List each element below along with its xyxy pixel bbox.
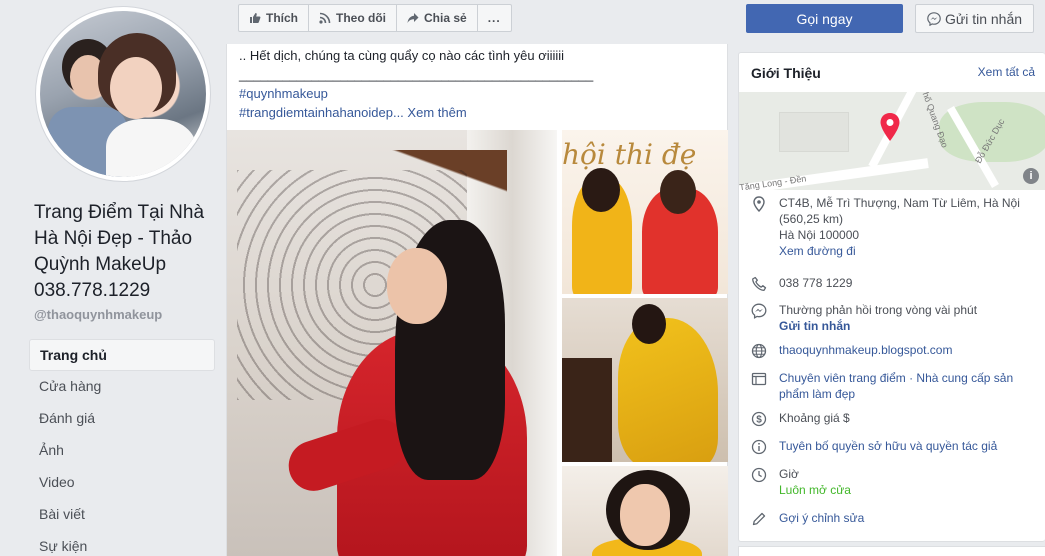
location-pin-icon (753, 196, 765, 212)
left-sidebar: Trang Điểm Tại Nhà Hà Nội Đẹp - Thảo Quỳ… (0, 0, 226, 556)
nav-videos[interactable]: Video (29, 467, 215, 499)
see-all-link[interactable]: Xem tất cả (978, 65, 1035, 79)
post-text: .. Hết dịch, chúng ta cùng quẩy cọ nào c… (239, 46, 719, 122)
location-map[interactable]: Tăng Long - Đền Phố Quang Đạo Đỗ Đức Dục… (739, 92, 1045, 190)
nav-posts[interactable]: Bài viết (29, 499, 215, 531)
dollar-icon: $ (751, 411, 767, 427)
page-title[interactable]: Trang Điểm Tại Nhà Hà Nội Đẹp - Thảo Quỳ… (34, 200, 224, 304)
next-card (738, 546, 1045, 556)
hours-row: Giờ Luôn mở cửa (739, 466, 859, 498)
globe-icon (751, 343, 767, 359)
like-button[interactable]: Thích (239, 5, 309, 31)
photo-banner-text: hội thi đẹ (562, 138, 697, 171)
nav-home[interactable]: Trang chủ (29, 339, 215, 371)
price-range-text: Khoảng giá $ (779, 411, 850, 425)
more-options-button[interactable]: ... (478, 5, 511, 31)
post-photo-main[interactable] (227, 130, 557, 556)
about-card: Giới Thiệu Xem tất cả Tăng Long - Đền Ph… (738, 52, 1045, 542)
about-title: Giới Thiệu (751, 65, 821, 81)
hours-label: Giờ (779, 467, 799, 481)
follow-label: Theo dõi (336, 11, 386, 25)
hashtag-link[interactable]: #quynhmakeup (239, 84, 719, 103)
page-nav: Trang chủ Cửa hàng Đánh giá Ảnh Video Bà… (29, 339, 215, 556)
website-row: thaoquynhmakeup.blogspot.com (739, 342, 960, 359)
hours-status[interactable]: Luôn mở cửa (779, 482, 851, 498)
share-button[interactable]: Chia sẻ (397, 5, 478, 31)
address-line: CT4B, Mễ Trì Thượng, Nam Từ Liêm, Hà Nội (779, 196, 1020, 210)
price-range-row: $ Khoảng giá $ (739, 410, 858, 427)
suggest-edit-link[interactable]: Gợi ý chỉnh sửa (779, 510, 864, 526)
info-icon (751, 439, 767, 455)
action-button-group: Thích Theo dõi Chia sẻ ... (238, 4, 512, 32)
share-arrow-icon (407, 13, 419, 23)
page-action-bar: Thích Theo dõi Chia sẻ ... Gọi ngay Gửi … (226, 0, 1045, 40)
nav-reviews[interactable]: Đánh giá (29, 403, 215, 435)
messenger-icon (751, 303, 767, 319)
hashtag-link[interactable]: #trangdiemtainhahanoidep... (239, 105, 404, 120)
category-row: Chuyên viên trang điểm · Nhà cung cấp sả… (739, 370, 1021, 402)
nav-photos[interactable]: Ảnh (29, 435, 215, 467)
post-photo-2[interactable]: hội thi đẹ (562, 130, 728, 294)
website-link[interactable]: thaoquynhmakeup.blogspot.com (779, 342, 952, 358)
address-row: CT4B, Mễ Trì Thượng, Nam Từ Liêm, Hà Nội… (739, 195, 1028, 259)
map-info-icon[interactable]: i (1023, 168, 1039, 184)
nav-shop[interactable]: Cửa hàng (29, 371, 215, 403)
phone-row: 038 778 1229 (739, 275, 860, 291)
post-photo-4[interactable] (562, 466, 728, 556)
legal-link[interactable]: Tuyên bố quyền sở hữu và quyền tác giả (779, 438, 997, 454)
follow-button[interactable]: Theo dõi (309, 5, 397, 31)
post-text-line: .. Hết dịch, chúng ta cùng quẩy cọ nào c… (239, 48, 565, 63)
more-icon: ... (487, 11, 501, 25)
post-divider-line: ________________________________________… (239, 67, 594, 82)
category-link[interactable]: phẩm làm đẹp (779, 386, 1013, 402)
distance-text: (560,25 km) (779, 212, 844, 226)
map-street-label: Tăng Long - Đền (739, 173, 807, 190)
directions-link[interactable]: Xem đường đi (779, 243, 1020, 259)
response-time-text: Thường phản hồi trong vòng vài phút (779, 303, 978, 317)
phone-icon (752, 276, 767, 291)
rss-icon (319, 12, 331, 24)
post-card: .. Hết dịch, chúng ta cùng quẩy cọ nào c… (226, 44, 728, 556)
profile-picture[interactable] (40, 11, 206, 177)
send-message-link[interactable]: Gửi tin nhắn (779, 318, 977, 334)
pencil-icon (752, 512, 766, 526)
call-now-button[interactable]: Gọi ngay (746, 4, 903, 33)
share-label: Chia sẻ (424, 11, 467, 25)
nav-events[interactable]: Sự kiện (29, 531, 215, 556)
post-photo-3[interactable] (562, 298, 728, 462)
suggest-edit-row: Gợi ý chỉnh sửa (739, 510, 872, 526)
see-more-link[interactable]: Xem thêm (407, 105, 466, 120)
phone-number[interactable]: 038 778 1229 (779, 275, 852, 291)
map-pin-icon (880, 113, 900, 141)
messenger-icon (927, 11, 941, 26)
legal-row: Tuyên bố quyền sở hữu và quyền tác giả (739, 438, 1005, 455)
category-icon (751, 372, 767, 386)
category-link[interactable]: Chuyên viên trang điểm · Nhà cung cấp sả… (779, 370, 1013, 386)
svg-text:$: $ (756, 415, 762, 426)
send-message-label: Gửi tin nhắn (944, 10, 1023, 27)
like-label: Thích (266, 11, 298, 25)
address-line: Hà Nội 100000 (779, 228, 860, 242)
thumbs-up-icon (250, 13, 261, 23)
send-message-button[interactable]: Gửi tin nhắn (915, 4, 1034, 33)
page-username[interactable]: @thaoquynhmakeup (34, 307, 162, 322)
clock-icon (751, 467, 767, 483)
response-row: Thường phản hồi trong vòng vài phút Gửi … (739, 302, 985, 334)
